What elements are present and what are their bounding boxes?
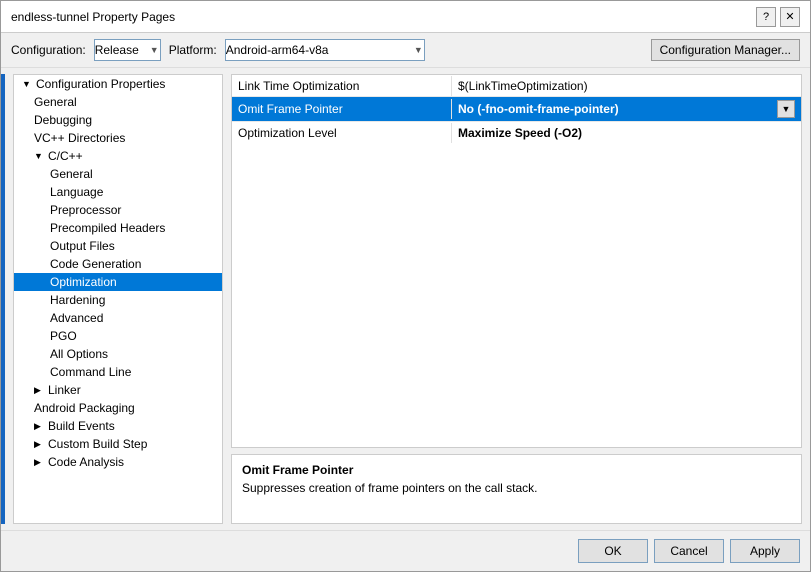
tree-item-all-options[interactable]: All Options xyxy=(14,345,222,363)
configuration-manager-button[interactable]: Configuration Manager... xyxy=(651,39,800,61)
tree-item-pgo[interactable]: PGO xyxy=(14,327,222,345)
prop-value-omit-frame: No (-fno-omit-frame-pointer) ▼ xyxy=(452,97,801,121)
expand-icon-custom: ▶ xyxy=(34,439,44,450)
table-row-opt-level[interactable]: Optimization Level Maximize Speed (-O2) xyxy=(232,122,801,144)
close-button[interactable]: ✕ xyxy=(780,7,800,27)
tree-item-cpp[interactable]: ▼C/C++ xyxy=(14,147,222,165)
configuration-row: Configuration: Release ▼ Platform: Andro… xyxy=(1,33,810,68)
cancel-button[interactable]: Cancel xyxy=(654,539,724,563)
property-pages-dialog: endless-tunnel Property Pages ? ✕ Config… xyxy=(0,0,811,572)
prop-name-opt-level: Optimization Level xyxy=(232,123,452,143)
tree-item-language[interactable]: Language xyxy=(14,183,222,201)
tree-item-code-generation[interactable]: Code Generation xyxy=(14,255,222,273)
tree-item-optimization[interactable]: Optimization xyxy=(14,273,222,291)
expand-icon-cpp: ▼ xyxy=(34,151,44,161)
help-button[interactable]: ? xyxy=(756,7,776,27)
tree-item-advanced[interactable]: Advanced xyxy=(14,309,222,327)
title-bar: endless-tunnel Property Pages ? ✕ xyxy=(1,1,810,33)
table-row-omit-frame[interactable]: Omit Frame Pointer No (-fno-omit-frame-p… xyxy=(232,97,801,122)
title-bar-controls: ? ✕ xyxy=(756,7,800,27)
prop-dropdown-button[interactable]: ▼ xyxy=(777,100,795,118)
platform-select-wrapper: Android-arm64-v8a ▼ xyxy=(225,39,425,61)
configuration-select-wrapper: Release ▼ xyxy=(94,39,161,61)
tree-item-vc-dirs[interactable]: VC++ Directories xyxy=(14,129,222,147)
info-description: Suppresses creation of frame pointers on… xyxy=(242,481,791,495)
tree-item-general[interactable]: General xyxy=(14,93,222,111)
tree-item-debugging[interactable]: Debugging xyxy=(14,111,222,129)
expand-icon-linker: ▶ xyxy=(34,385,44,396)
tree-item-command-line[interactable]: Command Line xyxy=(14,363,222,381)
prop-name-omit-frame: Omit Frame Pointer xyxy=(232,99,452,119)
tree-panel: ▼Configuration Properties General Debugg… xyxy=(13,74,223,524)
tree-item-cpp-general[interactable]: General xyxy=(14,165,222,183)
tree-item-code-analysis[interactable]: ▶Code Analysis xyxy=(14,453,222,471)
expand-icon-code-analysis: ▶ xyxy=(34,457,44,468)
prop-value-opt-level: Maximize Speed (-O2) xyxy=(452,123,801,143)
tree-item-hardening[interactable]: Hardening xyxy=(14,291,222,309)
ok-button[interactable]: OK xyxy=(578,539,648,563)
tree-item-build-events[interactable]: ▶Build Events xyxy=(14,417,222,435)
platform-select[interactable]: Android-arm64-v8a xyxy=(225,39,425,61)
tree-item-android-packaging[interactable]: Android Packaging xyxy=(14,399,222,417)
prop-value-omit-frame-text: No (-fno-omit-frame-pointer) xyxy=(458,102,619,116)
prop-value-opt-level-text: Maximize Speed (-O2) xyxy=(458,126,582,140)
main-area-wrapper: ▼Configuration Properties General Debugg… xyxy=(1,68,810,530)
tree-item-config-props[interactable]: ▼Configuration Properties xyxy=(14,75,222,93)
tree-item-linker[interactable]: ▶Linker xyxy=(14,381,222,399)
right-panel: Link Time Optimization $(LinkTimeOptimiz… xyxy=(231,74,802,524)
configuration-select[interactable]: Release xyxy=(94,39,161,61)
info-title: Omit Frame Pointer xyxy=(242,463,791,477)
tree-item-preprocessor[interactable]: Preprocessor xyxy=(14,201,222,219)
configuration-label: Configuration: xyxy=(11,43,86,57)
prop-value-link-time: $(LinkTimeOptimization) xyxy=(452,76,801,96)
tree-item-custom-build-step[interactable]: ▶Custom Build Step xyxy=(14,435,222,453)
apply-button[interactable]: Apply xyxy=(730,539,800,563)
platform-label: Platform: xyxy=(169,43,217,57)
tree-item-output-files[interactable]: Output Files xyxy=(14,237,222,255)
bottom-bar: OK Cancel Apply xyxy=(1,530,810,571)
prop-name-link-time: Link Time Optimization xyxy=(232,76,452,96)
dialog-title: endless-tunnel Property Pages xyxy=(11,10,175,24)
table-row-link-time[interactable]: Link Time Optimization $(LinkTimeOptimiz… xyxy=(232,75,801,97)
main-area: ▼Configuration Properties General Debugg… xyxy=(5,68,810,530)
tree-item-precompiled-headers[interactable]: Precompiled Headers xyxy=(14,219,222,237)
info-panel: Omit Frame Pointer Suppresses creation o… xyxy=(231,454,802,524)
properties-table: Link Time Optimization $(LinkTimeOptimiz… xyxy=(231,74,802,448)
expand-icon-build: ▶ xyxy=(34,421,44,432)
expand-icon: ▼ xyxy=(22,79,32,89)
